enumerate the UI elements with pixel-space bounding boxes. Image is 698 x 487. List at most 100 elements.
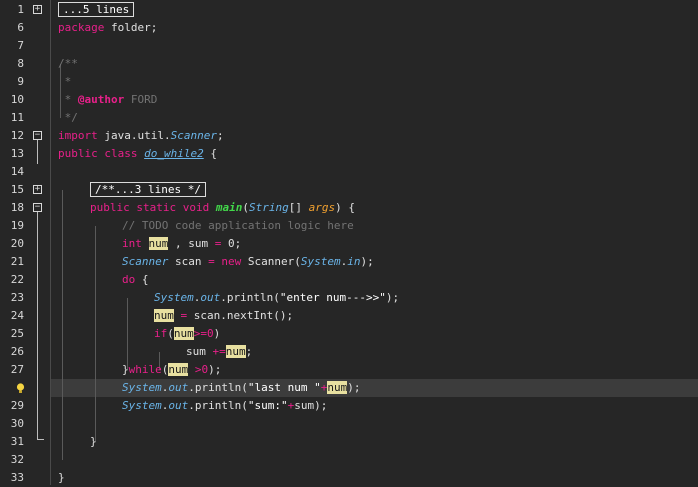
code-token: num — [327, 381, 348, 394]
code-line-20[interactable]: int num , sum = 0; — [122, 235, 698, 253]
indent-guide — [62, 190, 63, 460]
code-token: ; — [216, 129, 224, 142]
code-line-1[interactable]: ...5 lines — [58, 1, 698, 19]
code-editor[interactable]: 1 6 7 8 9 10 11 12 13 14 15 18 19 20 21 … — [0, 0, 698, 485]
code-token: @author — [77, 93, 125, 106]
line-number: 31 — [10, 435, 24, 448]
code-line-31[interactable]: } — [90, 433, 698, 451]
code-line-29[interactable]: System.out.println("sum:"+sum); — [122, 397, 698, 415]
code-token: ( — [242, 201, 249, 214]
code-token: ; — [245, 345, 253, 358]
code-token: out — [200, 291, 221, 304]
line-number: 11 — [10, 111, 24, 124]
code-token: public class — [58, 147, 138, 160]
expand-fold-icon[interactable]: + — [33, 5, 42, 14]
code-line-28[interactable]: System.out.println("last num "+num); — [122, 379, 698, 397]
code-line-11[interactable]: */ — [58, 109, 698, 127]
code-token: ); — [385, 291, 400, 304]
code-token: ); — [347, 381, 361, 394]
line-number: 25 — [10, 327, 24, 340]
code-token: out — [168, 399, 189, 412]
code-token: .println( — [220, 291, 280, 304]
code-token: "enter num--->>" — [279, 291, 386, 304]
folded-code-placeholder[interactable]: ...5 lines — [58, 2, 135, 17]
fold-guide-line — [37, 212, 38, 439]
code-line-25[interactable]: if(num>=0) — [154, 325, 698, 343]
code-token: ) { — [335, 201, 355, 214]
line-number: 21 — [10, 255, 24, 268]
code-token: public static void — [90, 201, 210, 214]
code-line-23[interactable]: System.out.println("enter num--->>"); — [154, 289, 698, 307]
code-token: scan — [168, 255, 209, 268]
line-number: 30 — [10, 417, 24, 430]
code-token: out — [168, 381, 189, 394]
code-token: { — [135, 273, 149, 286]
line-number: 18 — [10, 201, 24, 214]
code-line-27[interactable]: }while(num >0); — [122, 361, 698, 379]
line-number: 12 — [10, 129, 24, 142]
code-token: .println( — [188, 399, 248, 412]
code-token: [] — [288, 201, 309, 214]
code-line-10[interactable]: * @author FORD — [58, 91, 698, 109]
code-token: new — [221, 255, 242, 268]
code-token: int — [122, 237, 142, 250]
code-line-22[interactable]: do { — [122, 271, 698, 289]
code-token: folder; — [104, 21, 158, 34]
indent-guide — [95, 226, 96, 442]
code-token: = — [208, 255, 215, 268]
line-number: 23 — [10, 291, 24, 304]
code-token: += — [212, 345, 226, 358]
line-number: 6 — [17, 21, 24, 34]
code-token: { — [203, 147, 217, 160]
code-line-24[interactable]: num = scan.nextInt(); — [154, 307, 698, 325]
code-token: , sum — [168, 237, 215, 250]
code-line-12[interactable]: import java.util.Scanner; — [58, 127, 698, 145]
expand-fold-icon[interactable]: + — [33, 185, 42, 194]
line-number: 27 — [10, 363, 24, 376]
code-token: "sum:" — [247, 399, 288, 412]
line-number: 1 — [17, 3, 24, 16]
collapse-fold-icon[interactable]: − — [33, 203, 42, 212]
code-token: .println( — [188, 381, 248, 394]
code-token: main — [215, 201, 243, 214]
code-token: System — [122, 381, 162, 394]
folded-code-placeholder[interactable]: /**...3 lines */ — [90, 182, 206, 197]
code-token: ); — [208, 363, 222, 376]
code-token: ) — [213, 327, 221, 340]
code-line-9[interactable]: * — [58, 73, 698, 91]
code-line-18[interactable]: public static void main(String[] args) { — [90, 199, 698, 217]
code-token: FORD — [124, 93, 158, 106]
code-token: Scanner — [122, 255, 169, 268]
line-number: 9 — [17, 75, 24, 88]
code-token: import — [58, 129, 98, 142]
code-line-8[interactable]: /** — [58, 55, 698, 73]
fold-guide-line — [37, 140, 38, 164]
code-line-26[interactable]: sum +=num; — [186, 343, 698, 361]
collapse-fold-icon[interactable]: − — [33, 131, 42, 140]
code-line-15[interactable]: /**...3 lines */ — [90, 181, 698, 199]
line-number: 19 — [10, 219, 24, 232]
code-token: >0 — [194, 363, 209, 376]
code-token: System — [154, 291, 194, 304]
code-token: num — [168, 363, 189, 376]
code-line-6[interactable]: package folder; — [58, 19, 698, 37]
code-token: java.util. — [97, 129, 171, 142]
line-number: 7 — [17, 39, 24, 52]
code-line-21[interactable]: Scanner scan = new Scanner(System.in); — [122, 253, 698, 271]
line-number: 24 — [10, 309, 24, 322]
lightbulb-icon[interactable] — [16, 383, 25, 394]
code-token: do_while2 — [144, 147, 204, 160]
code-token: "last num " — [247, 381, 321, 394]
code-token: num — [173, 327, 194, 340]
code-line-13[interactable]: public class do_while2 { — [58, 145, 698, 163]
code-token: do — [122, 273, 136, 286]
line-number: 29 — [10, 399, 24, 412]
code-token: System — [300, 255, 341, 268]
code-line-19[interactable]: // TODO code application logic here — [122, 217, 698, 235]
line-number: 8 — [17, 57, 24, 70]
code-line-33[interactable]: } — [58, 469, 698, 487]
line-number: 10 — [10, 93, 24, 106]
